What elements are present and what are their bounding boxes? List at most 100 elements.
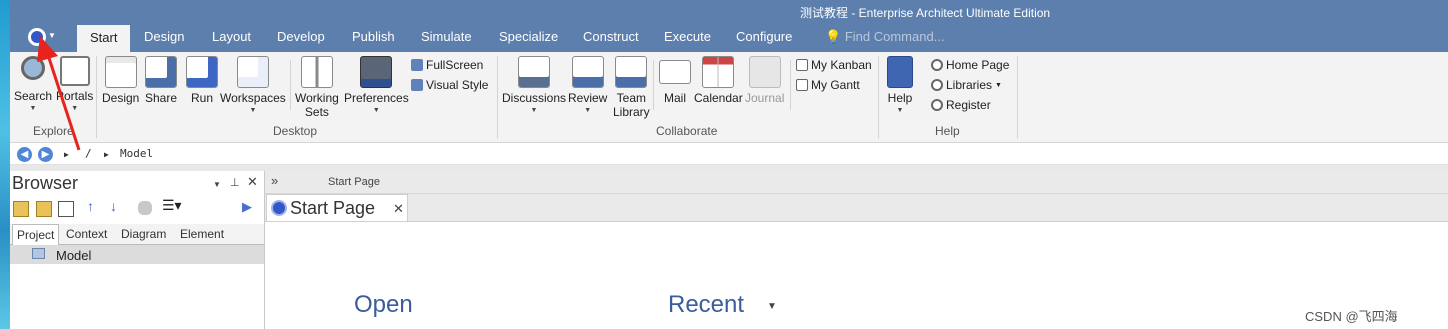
app-menu-button[interactable] (28, 28, 46, 46)
tab-specialize[interactable]: Specialize (499, 29, 558, 44)
house-icon (59, 56, 90, 86)
mail-button[interactable]: Mail (659, 56, 691, 105)
discussions-icon (518, 56, 551, 88)
panel-menu-icon[interactable]: ▼ (213, 180, 221, 189)
breadcrumb-separator: / (85, 147, 92, 160)
my-gantt-button[interactable]: My Gantt (796, 78, 860, 92)
calendar-button[interactable]: Calendar (694, 56, 743, 105)
dropdown-arrow-icon: ▼ (372, 107, 380, 114)
preferences-button[interactable]: Preferences ▼ (344, 56, 409, 114)
ea-logo-icon (931, 99, 943, 111)
working-sets-button[interactable]: Working Sets (295, 56, 339, 119)
tab-construct[interactable]: Construct (583, 29, 639, 44)
tab-layout[interactable]: Layout (212, 29, 251, 44)
open-heading[interactable]: Open (354, 291, 413, 319)
breadcrumb-chevron-icon[interactable]: ▶ (64, 150, 69, 159)
register-button[interactable]: Register (931, 98, 991, 112)
close-icon[interactable]: ✕ (393, 201, 404, 217)
calendar-icon (702, 56, 735, 88)
pin-icon[interactable]: ⊥ (230, 176, 240, 189)
home-page-button[interactable]: Home Page (931, 58, 1009, 72)
move-down-icon[interactable]: ↓ (110, 198, 124, 214)
preferences-icon (360, 56, 393, 88)
tab-element[interactable]: Element (180, 227, 224, 241)
design-button[interactable]: Design (102, 56, 139, 105)
tab-configure[interactable]: Configure (736, 29, 792, 44)
hierarchy-icon[interactable] (58, 201, 74, 217)
calendar-label: Calendar (694, 91, 743, 105)
team-library-label-line1: Team (616, 91, 647, 105)
forward-arrow-icon[interactable]: ▶ (38, 147, 53, 162)
team-library-button[interactable]: Team Library (613, 56, 650, 119)
fullscreen-button[interactable]: FullScreen (411, 58, 483, 72)
tab-execute[interactable]: Execute (664, 29, 711, 44)
working-sets-label-line2: Sets (304, 105, 329, 119)
design-label: Design (102, 91, 140, 105)
journal-button[interactable]: Journal (745, 56, 784, 105)
desktop-edge (0, 0, 10, 329)
lightbulb-icon: 💡 (825, 29, 842, 44)
menu-icon[interactable]: ☰▾ (162, 197, 186, 213)
group-divider (96, 56, 97, 138)
help-button[interactable]: Help ▼ (887, 56, 913, 114)
breadcrumb-chevron-icon[interactable]: ▶ (104, 150, 109, 159)
design-icon (104, 56, 137, 88)
portals-button[interactable]: Portals ▼ (56, 56, 93, 112)
home-page-label: Home Page (946, 58, 1010, 72)
ea-logo-icon (931, 79, 943, 91)
group-label-desktop: Desktop (273, 124, 318, 138)
tab-start-page[interactable]: Start Page ✕ (266, 194, 408, 221)
tree-item-model[interactable]: Model (10, 245, 264, 264)
tab-project[interactable]: Project (12, 224, 60, 246)
breadcrumb-model[interactable]: Model (120, 147, 153, 160)
tab-simulate[interactable]: Simulate (421, 29, 472, 44)
chevron-down-icon: ▼ (995, 81, 1002, 89)
close-icon[interactable]: ✕ (247, 174, 258, 190)
my-kanban-label: My Kanban (811, 58, 872, 72)
tab-publish[interactable]: Publish (352, 29, 395, 44)
tab-develop[interactable]: Develop (277, 29, 325, 44)
my-kanban-button[interactable]: My Kanban (796, 58, 872, 72)
share-button[interactable]: Share (145, 56, 177, 105)
folder-icon[interactable] (36, 201, 52, 217)
new-package-icon[interactable] (13, 201, 29, 217)
visual-style-button[interactable]: Visual Style (411, 78, 488, 92)
workspaces-button[interactable]: Workspaces ▼ (220, 56, 286, 114)
chevron-down-icon[interactable]: ▼ (767, 301, 777, 312)
dropdown-arrow-icon: ▼ (584, 107, 592, 114)
discussions-button[interactable]: Discussions ▼ (502, 56, 566, 114)
share-label: Share (145, 91, 178, 105)
tab-start[interactable]: Start (77, 25, 131, 52)
group-divider (878, 56, 879, 138)
browser-tabs: Project Context Diagram Element (10, 224, 264, 246)
run-button[interactable]: Run (186, 56, 218, 105)
search-button[interactable]: Search ▼ (14, 56, 52, 112)
dropdown-arrow-icon: ▼ (249, 107, 257, 114)
tree-item-label: Model (56, 248, 92, 263)
workspaces-label: Workspaces (220, 91, 286, 105)
play-icon[interactable]: ▶ (242, 199, 256, 214)
tab-diagram[interactable]: Diagram (121, 227, 166, 241)
tab-context[interactable]: Context (66, 227, 107, 241)
libraries-button[interactable]: Libraries ▼ (931, 78, 1002, 92)
main-header: » Start Page (265, 171, 1448, 194)
move-up-icon[interactable]: ↑ (87, 198, 101, 214)
back-arrow-icon[interactable]: ◀ (17, 147, 32, 162)
mail-icon (659, 60, 691, 84)
magnifier-icon (21, 56, 46, 80)
chevron-down-icon[interactable]: ▼ (48, 31, 56, 40)
group-divider (1017, 56, 1018, 138)
divider (790, 60, 791, 110)
expand-icon[interactable]: » (271, 173, 278, 188)
journal-label: Journal (745, 91, 785, 105)
kanban-icon (796, 59, 808, 71)
tab-design[interactable]: Design (144, 29, 184, 44)
review-button[interactable]: Review ▼ (568, 56, 607, 114)
find-command-input[interactable]: 💡 Find Command... (825, 29, 945, 45)
dropdown-arrow-icon: ▼ (29, 105, 37, 112)
find-icon[interactable] (138, 201, 152, 215)
review-label: Review (568, 91, 608, 105)
recent-heading[interactable]: Recent (668, 291, 744, 319)
ribbon: Search ▼ Portals ▼ Explore Design Share … (10, 52, 1448, 143)
workspaces-icon (236, 56, 269, 88)
